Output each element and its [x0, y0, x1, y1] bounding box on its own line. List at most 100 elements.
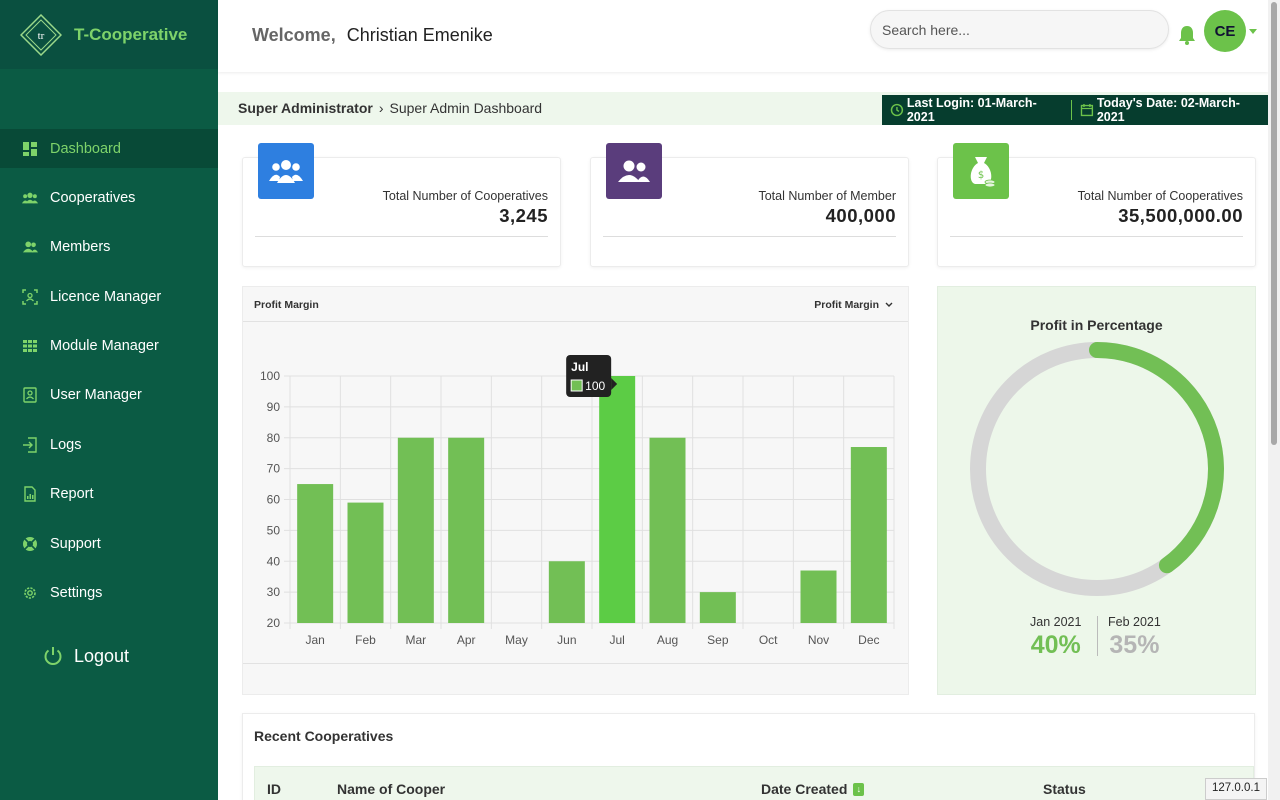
welcome-label: Welcome,: [252, 25, 336, 45]
page-scrollbar[interactable]: [1268, 0, 1280, 800]
legend-label: Feb 2021: [1108, 615, 1161, 629]
legend-value: 35%: [1109, 631, 1160, 659]
gear-icon: [22, 585, 38, 601]
breadcrumb-root[interactable]: Super Administrator: [238, 100, 373, 116]
column-header-name[interactable]: Name of Cooper: [337, 781, 445, 797]
x-tick-label: May: [505, 633, 528, 647]
search-input[interactable]: [870, 10, 1169, 49]
divider: [950, 236, 1243, 237]
bar-feb: [347, 502, 384, 623]
money-bag-icon: $: [953, 143, 1009, 199]
sidebar-item-members[interactable]: Members: [0, 228, 218, 267]
breadcrumb-current: Super Admin Dashboard: [389, 100, 543, 116]
stat-value: 3,245: [499, 205, 548, 226]
stat-card-funds[interactable]: $ Total Number of Cooperatives 35,500,00…: [937, 143, 1256, 267]
bar-jul: [599, 376, 636, 623]
x-tick-label: Dec: [858, 633, 879, 647]
y-tick-label: 50: [267, 523, 281, 537]
avatar[interactable]: CE: [1204, 10, 1246, 52]
sidebar-item-dashboard[interactable]: Dashboard: [0, 129, 218, 168]
licence-icon: [22, 288, 38, 305]
sidebar-item-support[interactable]: Support: [0, 524, 218, 563]
divider: [255, 236, 548, 237]
dashboard-icon: [22, 141, 38, 157]
power-icon: [42, 645, 64, 667]
sidebar-item-user-manager[interactable]: User Manager: [0, 376, 218, 415]
column-header-date[interactable]: Date Created ↓: [761, 781, 865, 797]
bell-icon[interactable]: [1176, 24, 1198, 46]
stat-card-members[interactable]: Total Number of Member 400,000: [590, 143, 909, 267]
breadcrumb-bar: Super Administrator › Super Admin Dashbo…: [218, 92, 1274, 125]
bar-aug: [649, 437, 686, 623]
divider: [243, 663, 908, 664]
bar-jun: [548, 561, 585, 623]
y-tick-label: 90: [267, 400, 281, 414]
users-group-icon: [258, 143, 314, 199]
bar-sep: [699, 592, 736, 623]
y-tick-label: 40: [267, 554, 281, 568]
legend-feb: Feb 2021 35%: [1108, 615, 1161, 660]
column-header-label: Date Created: [761, 781, 848, 797]
stat-card-cooperatives[interactable]: Total Number of Cooperatives 3,245: [242, 143, 561, 267]
y-tick-label: 70: [267, 462, 281, 476]
tooltip-swatch: [570, 379, 583, 392]
stat-label: Total Number of Member: [758, 189, 896, 203]
brand[interactable]: tr T-Cooperative: [0, 0, 218, 69]
sidebar-item-label: Logs: [50, 436, 82, 453]
users-group-icon: [22, 190, 38, 206]
column-header-status[interactable]: Status: [1043, 781, 1086, 797]
column-header-id[interactable]: ID: [267, 781, 281, 797]
brand-logo: tr: [19, 13, 63, 56]
y-tick-label: 100: [260, 369, 280, 383]
bar-dec: [850, 447, 887, 623]
profit-donut-chart: [970, 342, 1224, 596]
y-tick-label: 60: [267, 493, 281, 507]
sort-icon[interactable]: ↓: [853, 782, 865, 796]
today-date-text: Today's Date: 02-March-2021: [1096, 96, 1240, 124]
recent-cooperatives-panel: Recent Cooperatives ID Name of Cooper Da…: [242, 713, 1255, 800]
grid-icon: [22, 338, 38, 354]
date-info: Last Login: 01-March-2021 Today's Date: …: [882, 95, 1274, 125]
sidebar-item-label: User Manager: [50, 387, 142, 404]
svg-text:tr: tr: [38, 30, 45, 42]
sidebar-nav: Dashboard Cooperatives Members Licence M…: [0, 129, 218, 623]
scrollbar-thumb[interactable]: [1271, 2, 1277, 445]
sidebar-item-label: Dashboard: [50, 140, 121, 157]
members-icon: [22, 239, 38, 255]
x-tick-label: Apr: [457, 633, 476, 647]
donut-progress-arc: [1089, 342, 1224, 574]
profit-margin-chart: 20 30 40 50 60 70 80 90 100 Jan Feb Mar Apr May Jun Jul…: [260, 355, 895, 647]
calendar-icon: [1080, 104, 1094, 117]
members-icon: [606, 143, 662, 199]
stat-value: 400,000: [825, 205, 896, 226]
svg-text:$: $: [978, 170, 984, 181]
sidebar-item-logs[interactable]: Logs: [0, 425, 218, 464]
today-date: Today's Date: 02-March-2021: [1072, 96, 1274, 124]
x-tick-label: Nov: [808, 633, 829, 647]
sidebar-item-report[interactable]: Report: [0, 475, 218, 514]
y-tick-label: 80: [267, 431, 281, 445]
sidebar-item-settings[interactable]: Settings: [0, 574, 218, 613]
x-tick-label: Oct: [759, 633, 778, 647]
last-login: Last Login: 01-March-2021: [882, 96, 1071, 124]
top-header: Welcome, Christian Emenike CE: [218, 0, 1268, 72]
status-url: 127.0.0.1: [1205, 778, 1267, 800]
sidebar-item-label: Licence Manager: [50, 288, 162, 305]
y-tick-label: 30: [267, 585, 281, 599]
logout-button[interactable]: Logout: [42, 645, 129, 667]
user-badge-icon: [22, 387, 38, 404]
legend-jan: Jan 2021 40%: [1030, 615, 1081, 660]
profit-percentage-panel: Profit in Percentage Jan 2021 40% Feb 20…: [937, 286, 1256, 695]
chart-tooltip: Jul 100: [566, 355, 618, 397]
sign-in-icon: [22, 437, 38, 453]
stat-label: Total Number of Cooperatives: [1077, 189, 1243, 203]
x-tick-label: Jul: [609, 633, 624, 647]
sidebar-item-licence-manager[interactable]: Licence Manager: [0, 277, 218, 316]
chevron-down-icon[interactable]: [1249, 29, 1257, 34]
chevron-right-icon: ›: [378, 100, 384, 116]
sidebar: tr T-Cooperative Dashboard Cooperatives …: [0, 0, 218, 800]
profit-margin-panel: Profit Margin Profit Margin 20 30 40 50 60 70…: [242, 286, 909, 695]
sidebar-item-module-manager[interactable]: Module Manager: [0, 327, 218, 366]
sidebar-item-cooperatives[interactable]: Cooperatives: [0, 178, 218, 217]
x-tick-label: Jan: [305, 633, 324, 647]
